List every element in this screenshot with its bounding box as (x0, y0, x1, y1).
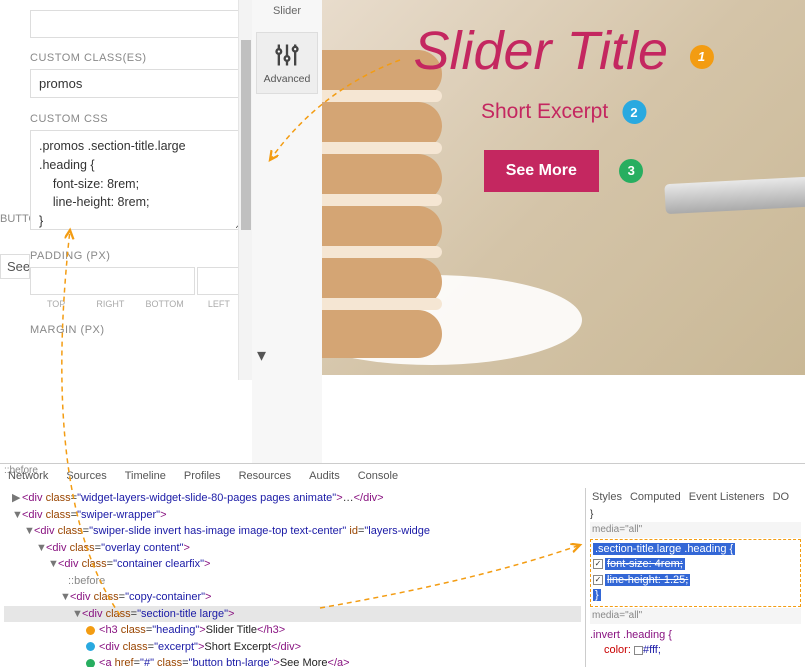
padding-top-input[interactable] (30, 267, 195, 295)
badge-2: 2 (622, 100, 646, 124)
devtools-panel: Network Sources Timeline Profiles Resour… (0, 463, 805, 667)
badge-1: 1 (690, 45, 714, 69)
elements-tree[interactable]: ::before ▶<div class="widget-layers-widg… (0, 488, 585, 667)
advanced-label: Advanced (261, 73, 313, 85)
tab-console[interactable]: Console (358, 470, 398, 482)
tab-audits[interactable]: Audits (309, 470, 340, 482)
slide-preview: Slider Title 1 Short Excerpt 2 See More … (322, 0, 805, 375)
slide-excerpt: Short Excerpt 2 (481, 100, 646, 124)
tab-timeline[interactable]: Timeline (125, 470, 166, 482)
badge-3: 3 (619, 159, 643, 183)
media-query-label: media="all" (590, 522, 801, 538)
devtools-tabs: Network Sources Timeline Profiles Resour… (0, 464, 805, 488)
dropdown-arrow-icon[interactable]: ▾ (257, 345, 266, 366)
slide-title: Slider Title 1 (413, 20, 713, 82)
editor-sidebar: BUTTO See CUSTOM CLASS(ES) CUSTOM CSS .p… (0, 0, 252, 380)
padding-side-label: BOTTOM (139, 299, 191, 309)
tab-computed[interactable]: Computed (630, 491, 681, 503)
tab-event-listeners[interactable]: Event Listeners (689, 491, 765, 503)
padding-side-label: RIGHT (84, 299, 136, 309)
advanced-button[interactable]: Advanced (256, 32, 318, 94)
highlighted-rule[interactable]: .section-title.large .heading { ✓font-si… (590, 539, 801, 607)
custom-classes-label: CUSTOM CLASS(ES) (30, 52, 245, 64)
style-rule[interactable]: .invert .heading { color: #fff; (590, 628, 801, 659)
sliders-icon (273, 41, 301, 69)
slider-label: Slider (252, 5, 322, 17)
tab-resources[interactable]: Resources (239, 470, 292, 482)
sidebar-scrollbar[interactable] (238, 0, 252, 380)
custom-classes-input[interactable] (30, 69, 245, 98)
prev-input-fragment[interactable] (30, 10, 245, 38)
see-input-fragment[interactable]: See (0, 254, 30, 279)
tab-styles[interactable]: Styles (592, 491, 622, 503)
styles-panel: Styles Computed Event Listeners DO } med… (585, 488, 805, 667)
padding-side-label: TOP (30, 299, 82, 309)
see-more-button[interactable]: See More (484, 150, 599, 192)
tab-sources[interactable]: Sources (66, 470, 106, 482)
custom-css-label: CUSTOM CSS (30, 113, 245, 125)
custom-css-textarea[interactable]: .promos .section-title.large .heading { … (30, 130, 245, 230)
padding-label: PADDING (PX) (30, 250, 245, 262)
toolbar-column: Slider Advanced (252, 0, 322, 463)
tab-dom-fragment[interactable]: DO (773, 491, 790, 503)
tab-profiles[interactable]: Profiles (184, 470, 221, 482)
media-query-label: media="all" (590, 608, 801, 624)
margin-label: MARGIN (PX) (30, 324, 245, 336)
